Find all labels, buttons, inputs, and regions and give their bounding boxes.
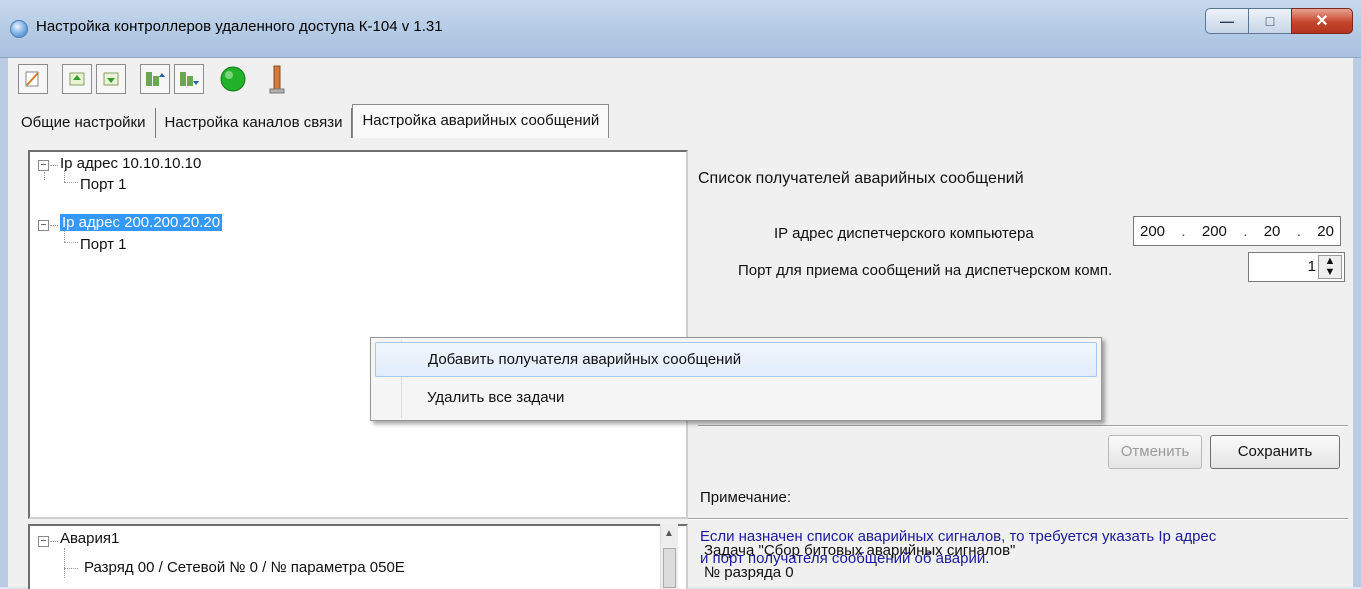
tree-node-ip-2[interactable]: Ip адрес 200.200.20.20 xyxy=(60,214,223,231)
close-icon: ✕ xyxy=(1315,13,1329,30)
port-value[interactable]: 1 xyxy=(1308,258,1316,275)
ip-address-field[interactable]: 200 . 200 . 20 . 20 xyxy=(1133,216,1341,246)
export-icon xyxy=(180,72,199,86)
add-sub-button[interactable] xyxy=(96,64,126,94)
tree-line xyxy=(50,165,58,166)
tree-node-alarm[interactable]: Авария1 xyxy=(60,530,119,547)
add-green-icon xyxy=(69,72,85,86)
collapse-icon[interactable]: − xyxy=(38,536,49,547)
tree-line xyxy=(64,182,78,183)
ip-octet-4[interactable]: 20 xyxy=(1317,223,1334,240)
cut-button[interactable] xyxy=(18,64,48,94)
tree-node-port-2[interactable]: Порт 1 xyxy=(80,236,127,253)
tree-line xyxy=(64,548,65,578)
cut-icon xyxy=(25,71,39,87)
tree-node-ip-1[interactable]: Ip адрес 10.10.10.10 xyxy=(60,155,201,172)
tab-general-settings[interactable]: Общие настройки xyxy=(12,108,156,138)
title-bar: Настройка контроллеров удаленного доступ… xyxy=(0,0,1361,58)
maximize-button[interactable]: □ xyxy=(1248,8,1292,34)
scroll-up-icon[interactable]: ▲ xyxy=(664,528,674,539)
close-button[interactable]: ✕ xyxy=(1291,8,1353,34)
scroll-thumb[interactable] xyxy=(663,548,676,588)
tree-node-bit[interactable]: Разряд 00 / Сетевой № 0 / № параметра 05… xyxy=(84,559,405,576)
ip-dot: . xyxy=(1296,222,1301,240)
green-circle-icon xyxy=(220,66,246,92)
main-window: Общие настройки Настройка каналов связи … xyxy=(0,58,1361,589)
task-bit-number: № разряда 0 xyxy=(704,564,794,581)
ip-dot: . xyxy=(1243,222,1248,240)
divider xyxy=(688,518,1348,520)
save-button[interactable]: Сохранить xyxy=(1210,435,1340,469)
ip-dot: . xyxy=(1181,222,1186,240)
context-menu: Добавить получателя аварийных сообщений … xyxy=(370,337,1102,421)
port-label: Порт для приема сообщений на диспетчерск… xyxy=(738,262,1113,279)
tab-channel-settings[interactable]: Настройка каналов связи xyxy=(155,108,353,138)
divider xyxy=(698,425,1348,427)
scrollbar[interactable]: ▲ xyxy=(660,524,678,589)
add-down-icon xyxy=(103,72,119,86)
tower-button[interactable] xyxy=(262,64,292,94)
connect-button[interactable] xyxy=(218,64,248,94)
maximize-icon: □ xyxy=(1265,13,1275,29)
export-button[interactable] xyxy=(174,64,204,94)
tower-icon xyxy=(269,65,285,94)
tree-line xyxy=(50,225,58,226)
window-title: Настройка контроллеров удаленного доступ… xyxy=(36,18,443,35)
menu-delete-all-tasks[interactable]: Удалить все задачи xyxy=(375,381,1097,416)
alarms-tree[interactable]: − Авария1 Разряд 00 / Сетевой № 0 / № па… xyxy=(28,524,688,589)
tab-bar: Общие настройки Настройка каналов связи … xyxy=(12,104,610,138)
minimize-icon: — xyxy=(1220,13,1234,29)
tree-line xyxy=(64,242,78,243)
collapse-icon[interactable]: − xyxy=(38,220,49,231)
ip-octet-1[interactable]: 200 xyxy=(1140,223,1165,240)
recipient-details-panel: Список получателей аварийных сообщений I… xyxy=(688,150,1356,567)
ip-label: IP адрес диспетчерского компьютера xyxy=(774,225,1034,242)
tree-line xyxy=(64,568,78,569)
note-label: Примечание: xyxy=(700,489,791,506)
tab-alarm-settings[interactable]: Настройка аварийных сообщений xyxy=(352,104,610,138)
tree-node-port-1[interactable]: Порт 1 xyxy=(80,176,127,193)
panel-title: Список получателей аварийных сообщений xyxy=(698,170,1024,187)
cancel-button[interactable]: Отменить xyxy=(1108,435,1202,469)
add-task-button[interactable] xyxy=(62,64,92,94)
ip-octet-2[interactable]: 200 xyxy=(1202,223,1227,240)
ip-octet-3[interactable]: 20 xyxy=(1264,223,1281,240)
import-button[interactable] xyxy=(140,64,170,94)
window-controls: — □ ✕ xyxy=(1205,8,1353,34)
menu-add-recipient[interactable]: Добавить получателя аварийных сообщений xyxy=(375,342,1097,377)
minimize-button[interactable]: — xyxy=(1205,8,1249,34)
recipients-tree[interactable]: − Ip адрес 10.10.10.10 Порт 1 − Ip адрес… xyxy=(28,150,688,519)
collapse-icon[interactable]: − xyxy=(38,160,49,171)
tree-line xyxy=(50,541,58,542)
app-icon xyxy=(10,20,28,38)
tree-line xyxy=(44,172,45,180)
spin-arrows-icon[interactable]: ▲ ▼ xyxy=(1318,255,1342,279)
task-title: Задача "Сбор битовых аварийных сигналов" xyxy=(704,542,1016,559)
toolbar xyxy=(18,62,292,98)
port-spinner[interactable]: 1 ▲ ▼ xyxy=(1248,252,1345,282)
tree-line xyxy=(64,230,65,242)
import-icon xyxy=(146,72,165,86)
